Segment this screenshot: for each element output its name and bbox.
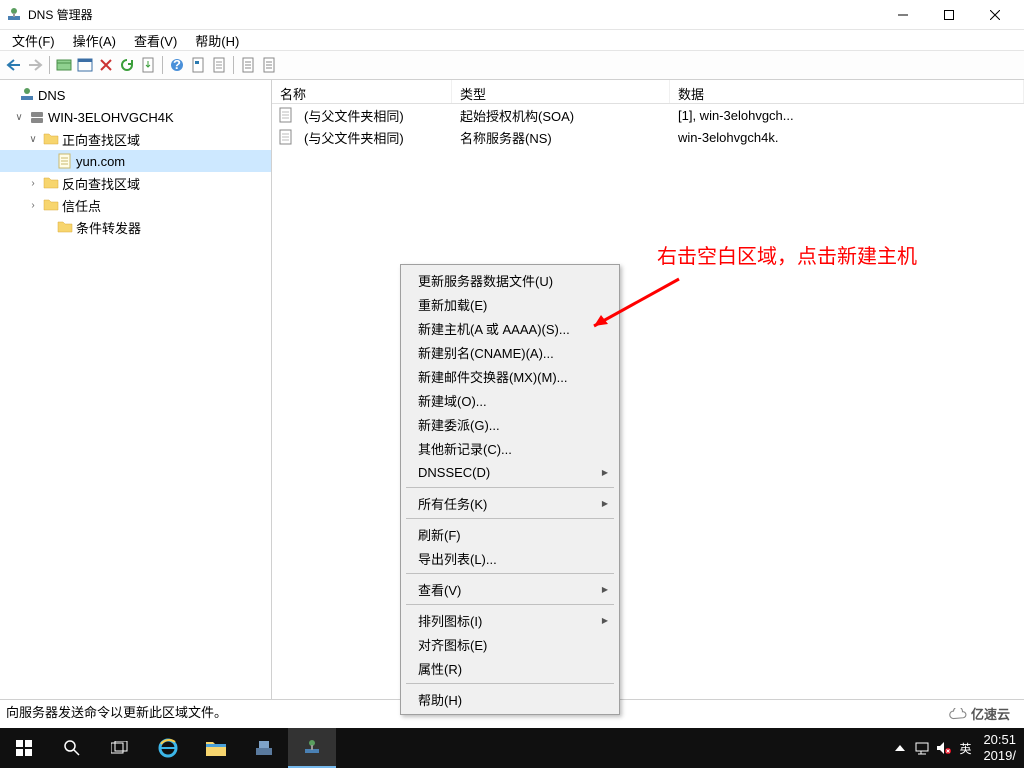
tool-prop-4-icon[interactable]	[259, 55, 279, 75]
tray-ime[interactable]: 英	[955, 740, 975, 757]
col-data[interactable]: 数据	[670, 80, 1024, 103]
menu-bar: 文件(F) 操作(A) 查看(V) 帮助(H)	[0, 30, 1024, 50]
menu-view[interactable]: 查看(V)	[128, 29, 183, 52]
context-menu: 更新服务器数据文件(U) 重新加载(E) 新建主机(A 或 AAAA)(S)..…	[400, 264, 620, 715]
tree-reverse-lookup[interactable]: › 反向查找区域	[0, 172, 271, 194]
app-icon	[6, 7, 22, 23]
expander-icon[interactable]: ∨	[26, 132, 40, 146]
watermark: 亿速云	[941, 701, 1018, 726]
close-button[interactable]	[972, 0, 1018, 30]
tree-trust-points[interactable]: › 信任点	[0, 194, 271, 216]
record-icon	[278, 107, 294, 123]
menu-action[interactable]: 操作(A)	[67, 29, 122, 52]
tool-refresh-icon[interactable]	[117, 55, 137, 75]
server-icon	[29, 109, 45, 125]
list-header: 名称 类型 数据	[272, 80, 1024, 104]
col-type[interactable]: 类型	[452, 80, 670, 103]
menu-help[interactable]: 帮助(H)	[189, 29, 245, 52]
system-tray: 英 20:51 2019/	[889, 728, 1024, 768]
expander-icon[interactable]: ›	[26, 176, 40, 190]
dns-icon	[19, 87, 35, 103]
ctx-other-record[interactable]: 其他新记录(C)...	[404, 436, 616, 460]
search-button[interactable]	[48, 728, 96, 768]
tree-zone-yun-com[interactable]: yun.com	[0, 150, 271, 172]
forward-button[interactable]	[25, 55, 45, 75]
ctx-new-host[interactable]: 新建主机(A 或 AAAA)(S)...	[404, 316, 616, 340]
folder-icon	[43, 197, 59, 213]
record-icon	[278, 129, 294, 145]
ctx-help[interactable]: 帮助(H)	[404, 687, 616, 711]
taskbar-server-manager[interactable]	[240, 728, 288, 768]
ctx-new-mx[interactable]: 新建邮件交换器(MX)(M)...	[404, 364, 616, 388]
taskbar: 英 20:51 2019/	[0, 728, 1024, 768]
task-view-button[interactable]	[96, 728, 144, 768]
ctx-arrange-icons[interactable]: 排列图标(I)	[404, 608, 616, 632]
tray-network-icon[interactable]	[911, 728, 933, 768]
svg-text:?: ?	[173, 58, 181, 72]
list-row[interactable]: (与父文件夹相同) 名称服务器(NS) win-3elohvgch4k.	[272, 126, 1024, 148]
tool-export-icon[interactable]	[138, 55, 158, 75]
toolbar: ?	[0, 50, 1024, 80]
ctx-update-file[interactable]: 更新服务器数据文件(U)	[404, 268, 616, 292]
tray-up-icon[interactable]	[889, 728, 911, 768]
annotation-text: 右击空白区域，点击新建主机	[657, 240, 917, 269]
ctx-export-list[interactable]: 导出列表(L)...	[404, 546, 616, 570]
tray-clock[interactable]: 20:51 2019/	[975, 732, 1024, 763]
list-row[interactable]: (与父文件夹相同) 起始授权机构(SOA) [1], win-3elohvgch…	[272, 104, 1024, 126]
expander-icon[interactable]: ›	[26, 198, 40, 212]
ctx-properties[interactable]: 属性(R)	[404, 656, 616, 680]
expander-icon[interactable]: ∨	[12, 110, 26, 124]
tool-new-window-icon[interactable]	[54, 55, 74, 75]
ctx-new-domain[interactable]: 新建域(O)...	[404, 388, 616, 412]
record-list[interactable]: 名称 类型 数据 (与父文件夹相同) 起始授权机构(SOA) [1], win-…	[272, 80, 1024, 699]
zone-icon	[57, 153, 73, 169]
ctx-new-delegate[interactable]: 新建委派(G)...	[404, 412, 616, 436]
title-bar: DNS 管理器	[0, 0, 1024, 30]
cloud-icon	[949, 708, 967, 720]
ctx-align-icons[interactable]: 对齐图标(E)	[404, 632, 616, 656]
window-title: DNS 管理器	[28, 6, 880, 23]
menu-file[interactable]: 文件(F)	[6, 29, 61, 52]
tree-root-dns[interactable]: DNS	[0, 84, 271, 106]
folder-icon	[57, 219, 73, 235]
minimize-button[interactable]	[880, 0, 926, 30]
tree-server[interactable]: ∨ WIN-3ELOHVGCH4K	[0, 106, 271, 128]
tree-panel[interactable]: DNS ∨ WIN-3ELOHVGCH4K ∨ 正向查找区域 yun.com ›…	[0, 80, 272, 699]
ctx-dnssec[interactable]: DNSSEC(D)	[404, 460, 616, 484]
start-button[interactable]	[0, 728, 48, 768]
tray-volume-icon[interactable]	[933, 728, 955, 768]
ctx-refresh[interactable]: 刷新(F)	[404, 522, 616, 546]
tree-forward-lookup[interactable]: ∨ 正向查找区域	[0, 128, 271, 150]
col-name[interactable]: 名称	[272, 80, 452, 103]
tool-prop-1-icon[interactable]	[188, 55, 208, 75]
tool-help-icon[interactable]: ?	[167, 55, 187, 75]
ctx-reload[interactable]: 重新加载(E)	[404, 292, 616, 316]
taskbar-explorer[interactable]	[192, 728, 240, 768]
back-button[interactable]	[4, 55, 24, 75]
folder-icon	[43, 131, 59, 147]
ctx-new-cname[interactable]: 新建别名(CNAME)(A)...	[404, 340, 616, 364]
ctx-all-tasks[interactable]: 所有任务(K)	[404, 491, 616, 515]
maximize-button[interactable]	[926, 0, 972, 30]
tool-prop-2-icon[interactable]	[209, 55, 229, 75]
ctx-view[interactable]: 查看(V)	[404, 577, 616, 601]
tool-detail-icon[interactable]	[75, 55, 95, 75]
folder-icon	[43, 175, 59, 191]
tool-prop-3-icon[interactable]	[238, 55, 258, 75]
tool-delete-icon[interactable]	[96, 55, 116, 75]
tree-conditional-forwarders[interactable]: 条件转发器	[0, 216, 271, 238]
taskbar-dns-manager[interactable]	[288, 728, 336, 768]
taskbar-ie[interactable]	[144, 728, 192, 768]
